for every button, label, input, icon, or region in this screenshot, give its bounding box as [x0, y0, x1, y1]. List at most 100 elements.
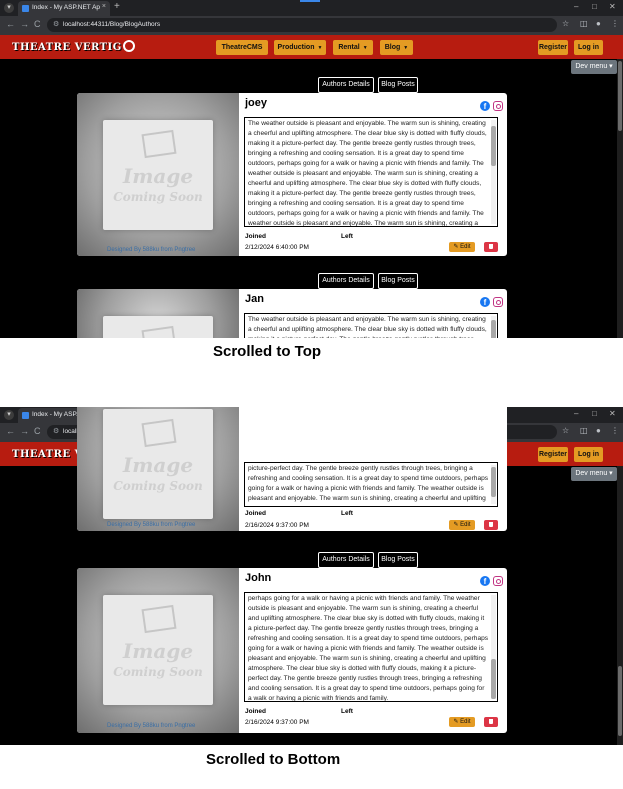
delete-button[interactable] [484, 520, 498, 530]
bio-scrollbar-thumb[interactable] [491, 659, 496, 699]
author-bio-textarea[interactable]: picture-perfect day. The gentle breeze g… [244, 462, 498, 507]
browser-tab[interactable]: Index - My ASP.NET Application × [18, 1, 110, 16]
bio-scrollbar-thumb[interactable] [491, 320, 496, 338]
joined-label: Joined [245, 233, 266, 240]
reload-icon[interactable]: C [34, 19, 41, 29]
edit-label: Edit [460, 719, 471, 725]
tab-authors-details[interactable]: Authors Details [318, 273, 374, 289]
site-info-icon[interactable]: ⚙ [53, 20, 59, 28]
bio-scrollbar[interactable] [491, 465, 496, 504]
nav-blog-label: Blog [384, 44, 401, 51]
nav-blog-dropdown[interactable]: Blog▼ [380, 40, 413, 55]
image-credit-link[interactable]: Designed By 588ku from Pngtree [107, 247, 195, 253]
delete-button[interactable] [484, 242, 498, 252]
page-scrollbar-thumb[interactable] [618, 666, 622, 736]
brand-text: THEATRE VERTIG [12, 42, 122, 53]
new-tab-icon[interactable]: + [114, 1, 120, 12]
facebook-icon[interactable]: f [480, 576, 490, 586]
facebook-icon[interactable]: f [480, 101, 490, 111]
minimize-icon[interactable]: – [574, 409, 578, 418]
tab-authors-details[interactable]: Authors Details [318, 552, 374, 568]
author-name: John [245, 572, 272, 584]
edit-button[interactable]: ✎ Edit [449, 242, 475, 252]
nav-rental-label: Rental [338, 44, 360, 51]
bio-scrollbar[interactable] [491, 316, 496, 338]
profile-icon[interactable]: ● [596, 19, 601, 28]
author-bio-textarea[interactable]: perhaps going for a walk or having a pic… [244, 592, 498, 702]
site-info-icon[interactable]: ⚙ [53, 427, 59, 435]
bio-scrollbar[interactable] [491, 120, 496, 224]
placeholder-line2: Coming Soon [113, 479, 203, 493]
instagram-icon[interactable] [493, 101, 503, 111]
brand-logo[interactable]: THEATRE VERTIG [12, 40, 135, 55]
tab-search-icon[interactable]: ▾ [4, 410, 14, 420]
register-button[interactable]: Register [538, 447, 568, 462]
author-photo-placeholder: Image Coming Soon Designed By 588ku from… [77, 93, 239, 256]
edit-button[interactable]: ✎ Edit [449, 520, 475, 530]
bio-scrollbar-thumb[interactable] [491, 467, 496, 497]
browser-menu-icon[interactable]: ⋮ [611, 19, 619, 28]
joined-label: Joined [245, 708, 266, 715]
image-credit-link[interactable]: Designed By 588ku from Pngtree [107, 522, 195, 528]
screenshot-scrolled-bottom: ▾ Index - My ASP.NET Application × + – □… [0, 407, 623, 745]
maximize-icon[interactable]: □ [592, 2, 597, 11]
dev-menu-button[interactable]: Dev menu ▾ [571, 60, 617, 74]
author-bio-textarea[interactable]: The weather outside is pleasant and enjo… [244, 117, 498, 227]
page-scrollbar-thumb[interactable] [618, 61, 622, 131]
screenshot-scrolled-top: ▾ Index - My ASP.NET Application × + – □… [0, 0, 623, 338]
dev-menu-button[interactable]: Dev menu ▾ [571, 467, 617, 481]
tab-search-icon[interactable]: ▾ [4, 3, 14, 13]
back-icon[interactable]: ← [6, 19, 15, 29]
maximize-icon[interactable]: □ [592, 409, 597, 418]
favicon-icon [22, 5, 29, 12]
url-field[interactable]: ⚙ localhost:44311/Blog/BlogAuthors [47, 18, 557, 32]
side-panel-icon[interactable]: ◫ [580, 426, 588, 435]
back-icon[interactable]: ← [6, 426, 15, 436]
photo-icon [141, 604, 177, 634]
joined-date: 2/16/2024 9:37:00 PM [245, 522, 309, 529]
profile-icon[interactable]: ● [596, 426, 601, 435]
login-button[interactable]: Log in [574, 447, 603, 462]
author-card: Image Coming Soon Designed By 588ku from… [77, 407, 507, 531]
facebook-icon[interactable]: f [480, 297, 490, 307]
page-scrollbar[interactable] [617, 59, 623, 338]
tab-authors-details[interactable]: Authors Details [318, 77, 374, 93]
side-panel-icon[interactable]: ◫ [580, 19, 588, 28]
author-photo-placeholder: Image Coming Soon Designed By 588ku from… [77, 568, 239, 733]
register-button[interactable]: Register [538, 40, 568, 55]
author-bio-textarea[interactable]: The weather outside is pleasant and enjo… [244, 313, 498, 338]
nav-production-dropdown[interactable]: Production▼ [274, 40, 326, 55]
forward-icon[interactable]: → [20, 19, 29, 29]
caption-bottom: Scrolled to Bottom [206, 751, 341, 768]
tab-close-icon[interactable]: × [102, 3, 106, 10]
instagram-icon[interactable] [493, 576, 503, 586]
tab-blog-posts[interactable]: Blog Posts [378, 77, 418, 93]
bookmark-star-icon[interactable]: ☆ [562, 426, 569, 435]
edit-button[interactable]: ✎ Edit [449, 717, 475, 727]
brand-logo-circle [122, 40, 135, 52]
bio-scrollbar[interactable] [491, 595, 496, 699]
bio-scrollbar-thumb[interactable] [491, 126, 496, 166]
browser-address-bar: ← → C ⚙ localhost:44311/Blog/BlogAuthors… [0, 16, 623, 35]
chevron-down-icon: ▼ [317, 45, 323, 51]
nav-theatrecms[interactable]: TheatreCMS [216, 40, 268, 55]
browser-menu-icon[interactable]: ⋮ [611, 426, 619, 435]
login-button[interactable]: Log in [574, 40, 603, 55]
nav-rental-dropdown[interactable]: Rental▼ [333, 40, 373, 55]
image-credit-link[interactable]: Designed By 588ku from Pngtree [107, 723, 195, 729]
tab-blog-posts[interactable]: Blog Posts [378, 273, 418, 289]
close-window-icon[interactable]: ✕ [609, 409, 616, 418]
page-scrollbar[interactable] [617, 466, 623, 745]
forward-icon[interactable]: → [20, 426, 29, 436]
placeholder-line1: Image [122, 453, 194, 477]
edit-label: Edit [460, 244, 471, 250]
delete-button[interactable] [484, 717, 498, 727]
bookmark-star-icon[interactable]: ☆ [562, 19, 569, 28]
reload-icon[interactable]: C [34, 426, 41, 436]
minimize-icon[interactable]: – [574, 2, 578, 11]
close-window-icon[interactable]: ✕ [609, 2, 616, 11]
tab-blog-posts[interactable]: Blog Posts [378, 552, 418, 568]
left-label: Left [341, 510, 353, 517]
edit-label: Edit [460, 522, 471, 528]
instagram-icon[interactable] [493, 297, 503, 307]
